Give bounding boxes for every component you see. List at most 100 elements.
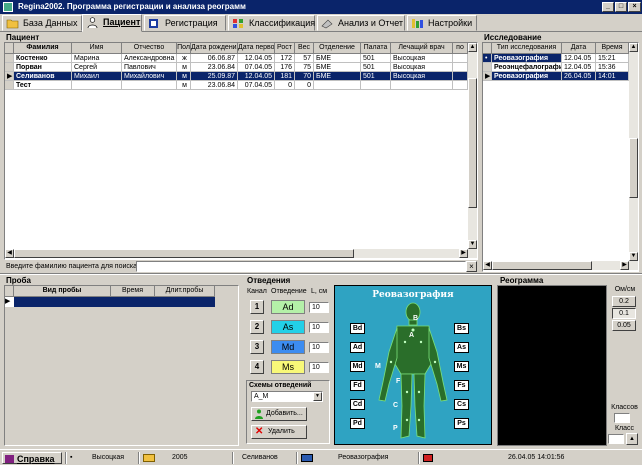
tab-registration[interactable]: Регистрация <box>144 15 226 31</box>
figure-label-cd[interactable]: Cd <box>350 399 365 410</box>
close-button[interactable]: × <box>628 2 641 12</box>
scale-0-05-button[interactable]: 0.05 <box>612 320 636 331</box>
maximize-button[interactable]: □ <box>615 2 627 12</box>
tab-classification[interactable]: Классификация <box>228 15 315 31</box>
col-header[interactable]: Тип исследования <box>492 43 562 54</box>
figure-label-ad[interactable]: Ad <box>350 342 365 353</box>
splitter[interactable] <box>0 273 642 275</box>
length-field[interactable]: 10 <box>309 302 329 313</box>
database-icon <box>6 19 19 29</box>
table-row[interactable]: Порван Сергей Павлович м 23.06.84 07.04.… <box>5 63 468 72</box>
scheme-select[interactable]: A_M ▼ <box>251 391 323 402</box>
lead-as[interactable]: As <box>271 320 305 334</box>
lead-ad[interactable]: Ad <box>271 300 305 314</box>
scroll-right-icon[interactable]: ▶ <box>459 249 468 258</box>
schemes-group: Схемы отведений A_M ▼ Добавить... ✕ Удал… <box>246 380 330 444</box>
scroll-left-icon[interactable]: ◀ <box>483 261 492 270</box>
col-header[interactable]: Дата рождения <box>191 43 238 54</box>
col-header[interactable]: Фамилия <box>14 43 72 54</box>
col-header[interactable]: Дата <box>562 43 596 54</box>
scroll-right-icon[interactable]: ▶ <box>620 261 629 270</box>
col-header[interactable]: Лечащий врач <box>391 43 453 54</box>
tab-settings[interactable]: Настройки <box>407 15 477 31</box>
table-row[interactable]: Реоэнцефалография 12.04.05 15:36 <box>483 63 629 72</box>
col-header[interactable]: Вес <box>295 43 314 54</box>
col-header[interactable]: Имя <box>72 43 122 54</box>
patient-search-input[interactable] <box>136 261 466 272</box>
col-header[interactable]: Время <box>111 286 155 297</box>
figure-label-ms[interactable]: Ms <box>454 361 469 372</box>
tab-patient[interactable]: Пациент <box>82 14 142 32</box>
table-row-selected[interactable]: ▶ Реовазография 26.04.05 14:01 <box>483 72 629 81</box>
col-header[interactable]: по <box>453 43 468 54</box>
chevron-down-icon[interactable]: ▼ <box>313 392 322 401</box>
col-header[interactable]: Отделение <box>314 43 361 54</box>
settings-icon <box>412 19 423 28</box>
lead-ms[interactable]: Ms <box>271 360 305 374</box>
scale-0-2-button[interactable]: 0.2 <box>612 296 636 307</box>
col-header[interactable]: Палата <box>361 43 391 54</box>
vertical-scrollbar[interactable]: ▲ ▼ <box>468 43 477 249</box>
table-row[interactable]: Костенко Марина Александровна ж 06.06.87… <box>5 54 468 63</box>
channel-4-button[interactable]: 4 <box>250 360 264 374</box>
table-row[interactable]: Тест м 23.06.84 07.04.05 0 0 <box>5 81 468 90</box>
channel-col-label: Канал <box>247 288 267 295</box>
reogram-canvas[interactable] <box>497 285 607 446</box>
table-row[interactable]: • Реовазография 12.04.05 15:21 <box>483 54 629 63</box>
scroll-thumb[interactable] <box>468 78 477 208</box>
figure-label-cs[interactable]: Cs <box>454 399 469 410</box>
scroll-down-icon[interactable]: ▼ <box>629 252 638 261</box>
figure-label-md[interactable]: Md <box>350 361 365 372</box>
help-button[interactable]: Справка <box>2 452 62 464</box>
col-header[interactable]: Отчество <box>122 43 177 54</box>
class-spinner-icon[interactable]: ▲ <box>626 433 638 445</box>
table-row-selected[interactable] <box>14 297 215 307</box>
row-indicator-icon: ▶ <box>5 72 14 81</box>
figure-label-bs[interactable]: Bs <box>454 323 469 334</box>
window-title: Regina2002. Программа регистрации и анал… <box>18 2 246 11</box>
col-header[interactable]: Пол <box>177 43 191 54</box>
add-scheme-button[interactable]: Добавить... <box>251 407 307 421</box>
classes-field[interactable] <box>614 413 630 423</box>
scale-0-1-button[interactable]: 0.1 <box>612 308 636 319</box>
length-field[interactable]: 10 <box>309 362 329 373</box>
patient-grid: Фамилия Имя Отчество Пол Дата рождения Д… <box>4 42 478 260</box>
col-header[interactable]: Время <box>596 43 629 54</box>
scroll-left-icon[interactable]: ◀ <box>5 249 14 258</box>
class-field[interactable] <box>608 434 624 444</box>
scroll-thumb[interactable] <box>629 138 638 198</box>
figure-label-pd[interactable]: Pd <box>350 418 365 429</box>
col-header[interactable]: Дата первого ко <box>238 43 275 54</box>
vertical-scrollbar[interactable]: ▲ ▼ <box>629 43 638 261</box>
channel-2-button[interactable]: 2 <box>250 320 264 334</box>
clear-search-icon[interactable]: × <box>466 261 477 272</box>
delete-scheme-button[interactable]: ✕ Удалить <box>251 425 307 439</box>
length-col-label: L, см <box>311 288 328 295</box>
scroll-thumb[interactable] <box>492 261 592 270</box>
col-header[interactable]: Вид пробы <box>14 286 111 297</box>
channel-1-button[interactable]: 1 <box>250 300 264 314</box>
figure-label-ps[interactable]: Ps <box>454 418 469 429</box>
classification-icon <box>233 19 243 28</box>
length-field[interactable]: 10 <box>309 342 329 353</box>
scroll-thumb[interactable] <box>14 249 354 258</box>
lead-md[interactable]: Md <box>271 340 305 354</box>
figure-label-bd[interactable]: Bd <box>350 323 365 334</box>
col-header[interactable]: Рост <box>275 43 295 54</box>
horizontal-scrollbar[interactable]: ◀ ▶ <box>5 249 477 258</box>
tab-analysis-report[interactable]: Анализ и Отчет <box>317 15 405 31</box>
tab-database[interactable]: База Данных <box>2 15 82 31</box>
row-indicator-icon: ▶ <box>483 72 492 81</box>
minimize-button[interactable]: _ <box>602 2 614 12</box>
scroll-down-icon[interactable]: ▼ <box>468 240 477 249</box>
scroll-up-icon[interactable]: ▲ <box>629 43 638 52</box>
figure-label-fs[interactable]: Fs <box>454 380 469 391</box>
channel-3-button[interactable]: 3 <box>250 340 264 354</box>
figure-label-as[interactable]: As <box>454 342 469 353</box>
figure-label-fd[interactable]: Fd <box>350 380 365 391</box>
scroll-up-icon[interactable]: ▲ <box>468 43 477 52</box>
col-header[interactable]: Длит.пробы <box>155 286 215 297</box>
horizontal-scrollbar[interactable]: ◀ ▶ <box>483 261 638 270</box>
table-row-selected[interactable]: ▶ Селиванов Михаил Михайлович м 25.09.87… <box>5 72 468 81</box>
length-field[interactable]: 10 <box>309 322 329 333</box>
